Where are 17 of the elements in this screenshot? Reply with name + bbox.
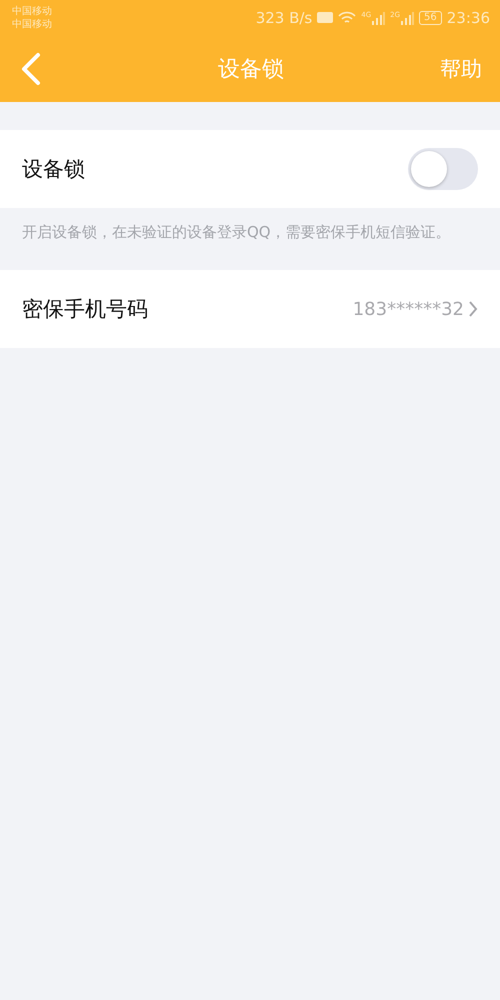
back-icon[interactable] — [20, 52, 42, 86]
setting-label: 密保手机号码 — [22, 296, 148, 323]
description-text: 开启设备锁，在未验证的设备登录QQ，需要密保手机短信验证。 — [21, 222, 452, 243]
signal-icon — [371, 10, 386, 24]
carrier-name: 中国移动 — [12, 4, 52, 18]
network-speed: 323 B/s — [256, 8, 312, 26]
phone-row[interactable]: 密保手机号码 183******32 — [0, 270, 500, 348]
phone-number: 183******32 — [352, 298, 464, 320]
setting-label: 设备锁 — [22, 156, 85, 183]
chevron-icon — [468, 300, 478, 318]
wifi-icon — [338, 10, 356, 24]
page-title: 设备锁 — [218, 56, 284, 84]
clock: 23:36 — [446, 8, 490, 26]
carrier-name: 中国移动 — [12, 18, 52, 30]
battery-level: 56 — [419, 10, 442, 24]
toggle-switch[interactable] — [408, 148, 478, 190]
signal-icon — [400, 10, 414, 24]
